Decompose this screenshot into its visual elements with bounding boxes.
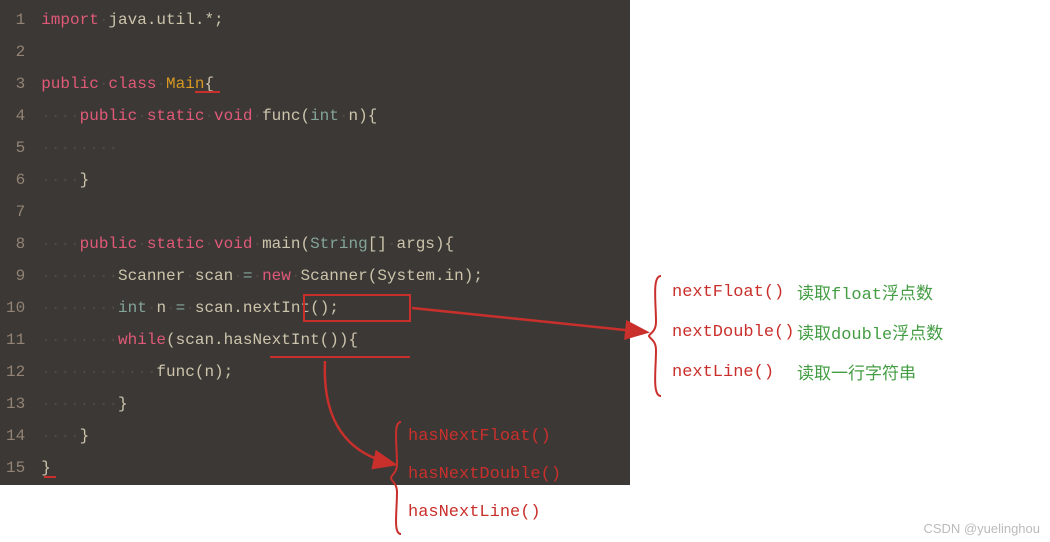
watermark: CSDN @yuelinghou [923, 521, 1040, 536]
method-name: nextLine() [672, 363, 797, 382]
code-line-10: ········int·n·=·scan.nextInt(); [41, 292, 624, 324]
line-number: 15 [6, 452, 25, 484]
method-desc: 读取float浮点数 [797, 279, 933, 305]
line-number: 6 [6, 164, 25, 196]
code-editor: 1 2 3 4 5 6 7 8 9 10 11 12 13 14 15 impo… [0, 0, 630, 485]
code-line-2 [41, 36, 624, 68]
bottom-method: hasNextFloat() [408, 418, 561, 456]
brace-icon [646, 272, 666, 400]
line-number: 2 [6, 36, 25, 68]
method-name: nextDouble() [672, 323, 797, 342]
method-desc: 读取double浮点数 [797, 319, 943, 345]
line-number: 9 [6, 260, 25, 292]
method-name: nextFloat() [672, 283, 797, 302]
code-line-1: import·java.util.*; [41, 4, 624, 36]
side-method-row: nextLine() 读取一行字符串 [672, 352, 943, 392]
line-number: 11 [6, 324, 25, 356]
method-desc: 读取一行字符串 [797, 359, 916, 385]
side-method-row: nextFloat() 读取float浮点数 [672, 272, 943, 312]
bottom-method: hasNextDouble() [408, 456, 561, 494]
code-line-5: ········ [41, 132, 624, 164]
side-methods-panel: nextFloat() 读取float浮点数 nextDouble() 读取do… [672, 272, 943, 392]
line-number: 7 [6, 196, 25, 228]
code-line-11: ········while(scan.hasNextInt()){ [41, 324, 624, 356]
line-number: 13 [6, 388, 25, 420]
line-number: 8 [6, 228, 25, 260]
line-number: 1 [6, 4, 25, 36]
code-line-12: ············func(n); [41, 356, 624, 388]
code-line-6: ····} [41, 164, 624, 196]
bottom-method: hasNextLine() [408, 494, 561, 532]
code-line-8: ····public·static·void·main(String[]·arg… [41, 228, 624, 260]
line-number: 5 [6, 132, 25, 164]
bottom-methods-panel: hasNextFloat() hasNextDouble() hasNextLi… [408, 418, 561, 532]
line-number: 3 [6, 68, 25, 100]
code-line-4: ····public·static·void·func(int·n){ [41, 100, 624, 132]
code-line-3: public·class·Main{ [41, 68, 624, 100]
line-number: 12 [6, 356, 25, 388]
code-line-7 [41, 196, 624, 228]
code-content[interactable]: import·java.util.*; public·class·Main{ ·… [35, 0, 630, 485]
line-number: 14 [6, 420, 25, 452]
code-line-9: ········Scanner·scan·=·new·Scanner(Syste… [41, 260, 624, 292]
code-line-13: ········} [41, 388, 624, 420]
line-number: 10 [6, 292, 25, 324]
line-number: 4 [6, 100, 25, 132]
side-method-row: nextDouble() 读取double浮点数 [672, 312, 943, 352]
line-number-gutter: 1 2 3 4 5 6 7 8 9 10 11 12 13 14 15 [0, 0, 35, 485]
